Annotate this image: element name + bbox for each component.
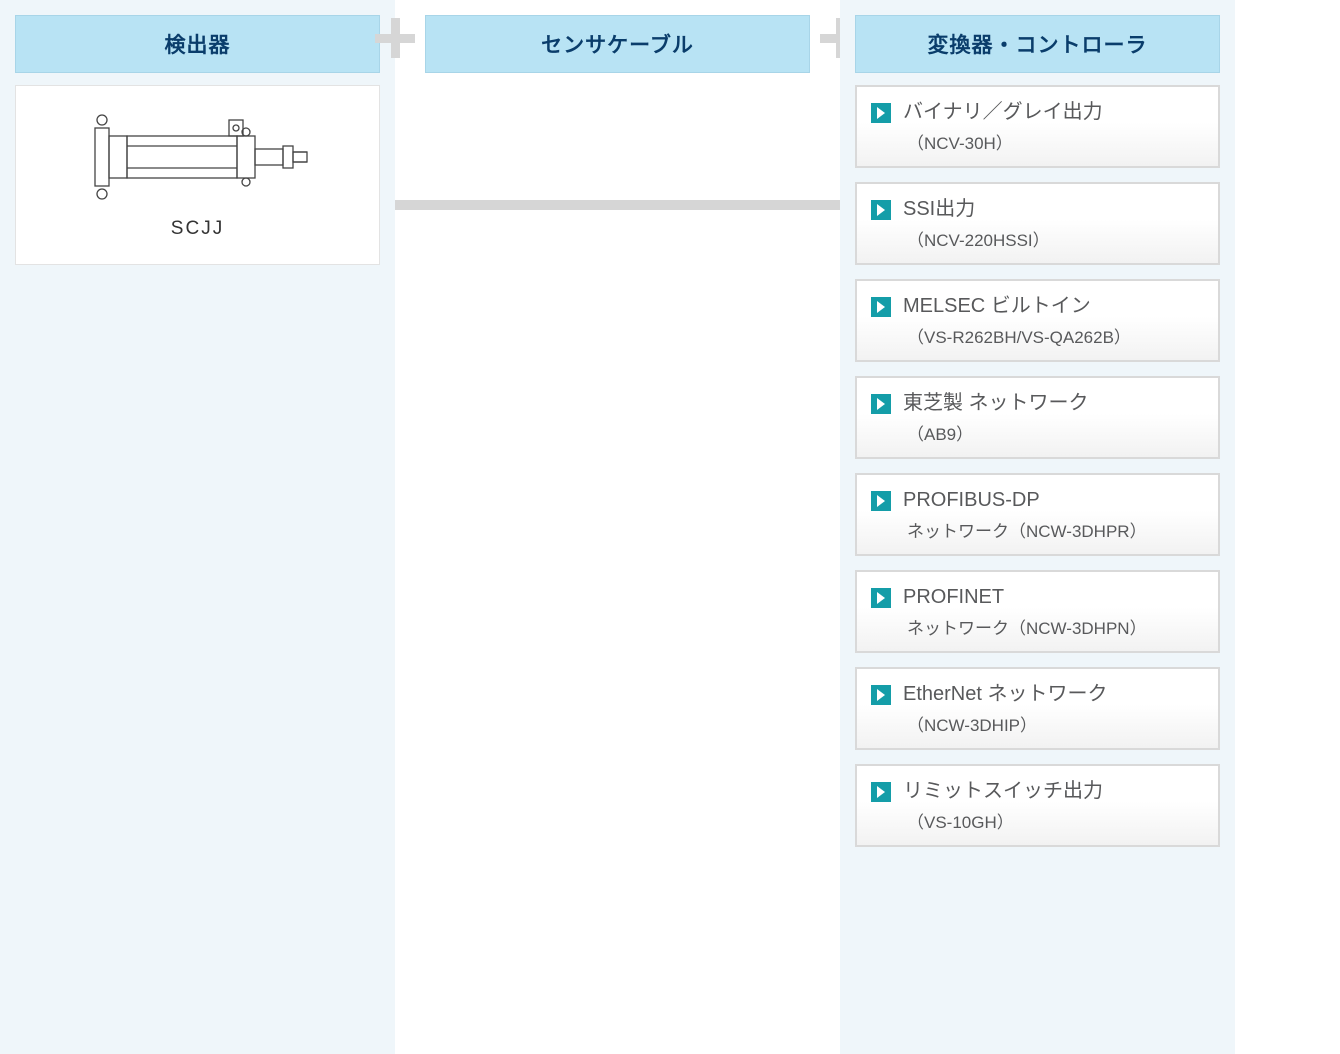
controller-item-text: PROFIBUS-DP ネットワーク（NCW-3DHPR） (903, 487, 1204, 542)
controller-item-sub: ネットワーク（NCW-3DHPN） (903, 614, 1204, 639)
detector-product-card[interactable]: SCJJ (15, 85, 380, 265)
controller-column: 変換器・コントローラ バイナリ／グレイ出力 （NCV-30H） SSI出力 （N… (840, 0, 1235, 1054)
controller-item-melsec[interactable]: MELSEC ビルトイン （VS-R262BH/VS-QA262B） (855, 279, 1220, 362)
arrow-right-icon (871, 685, 891, 705)
plus-icon (375, 18, 415, 58)
controller-item-text: バイナリ／グレイ出力 （NCV-30H） (903, 99, 1204, 154)
controller-title: 変換器・コントローラ (855, 15, 1220, 73)
controller-item-sub: ネットワーク（NCW-3DHPR） (903, 517, 1204, 542)
controller-item-toshiba[interactable]: 東芝製 ネットワーク （AB9） (855, 376, 1220, 459)
arrow-right-icon (871, 103, 891, 123)
controller-item-profibus[interactable]: PROFIBUS-DP ネットワーク（NCW-3DHPR） (855, 473, 1220, 556)
arrow-right-icon (871, 491, 891, 511)
arrow-right-icon (871, 782, 891, 802)
controller-item-title: リミットスイッチ出力 (903, 778, 1204, 804)
controller-item-title: EtherNet ネットワーク (903, 681, 1204, 707)
controller-list: バイナリ／グレイ出力 （NCV-30H） SSI出力 （NCV-220HSSI）… (855, 85, 1220, 847)
controller-item-sub: （NCV-30H） (903, 129, 1204, 154)
controller-item-title: 東芝製 ネットワーク (903, 390, 1204, 416)
controller-item-sub: （AB9） (903, 420, 1204, 445)
arrow-right-icon (871, 394, 891, 414)
controller-item-title: バイナリ／グレイ出力 (903, 99, 1204, 125)
detector-title: 検出器 (15, 15, 380, 73)
controller-item-title: PROFINET (903, 584, 1204, 610)
arrow-right-icon (871, 200, 891, 220)
controller-item-text: MELSEC ビルトイン （VS-R262BH/VS-QA262B） (903, 293, 1204, 348)
controller-item-title: SSI出力 (903, 196, 1204, 222)
controller-item-limit-switch[interactable]: リミットスイッチ出力 （VS-10GH） (855, 764, 1220, 847)
arrow-right-icon (871, 297, 891, 317)
controller-item-profinet[interactable]: PROFINET ネットワーク（NCW-3DHPN） (855, 570, 1220, 653)
sensor-cable-title: センサケーブル (425, 15, 810, 73)
arrow-right-icon (871, 588, 891, 608)
layout-columns: 検出器 (0, 0, 1340, 1054)
sensor-cable-column: センサケーブル (395, 0, 840, 1054)
controller-item-text: EtherNet ネットワーク （NCW-3DHIP） (903, 681, 1204, 736)
controller-item-text: 東芝製 ネットワーク （AB9） (903, 390, 1204, 445)
controller-item-ethernet[interactable]: EtherNet ネットワーク （NCW-3DHIP） (855, 667, 1220, 750)
detector-product-label: SCJJ (26, 218, 369, 240)
horizontal-divider (395, 200, 840, 210)
controller-item-sub: （NCV-220HSSI） (903, 226, 1204, 251)
controller-item-text: リミットスイッチ出力 （VS-10GH） (903, 778, 1204, 833)
controller-item-text: SSI出力 （NCV-220HSSI） (903, 196, 1204, 251)
controller-item-binary-gray[interactable]: バイナリ／グレイ出力 （NCV-30H） (855, 85, 1220, 168)
detector-column: 検出器 (0, 0, 395, 1054)
controller-item-sub: （VS-10GH） (903, 808, 1204, 833)
controller-item-title: MELSEC ビルトイン (903, 293, 1204, 319)
controller-item-text: PROFINET ネットワーク（NCW-3DHPN） (903, 584, 1204, 639)
cylinder-illustration (83, 106, 313, 206)
controller-item-sub: （VS-R262BH/VS-QA262B） (903, 323, 1204, 348)
controller-item-sub: （NCW-3DHIP） (903, 711, 1204, 736)
controller-item-title: PROFIBUS-DP (903, 487, 1204, 513)
controller-item-ssi[interactable]: SSI出力 （NCV-220HSSI） (855, 182, 1220, 265)
